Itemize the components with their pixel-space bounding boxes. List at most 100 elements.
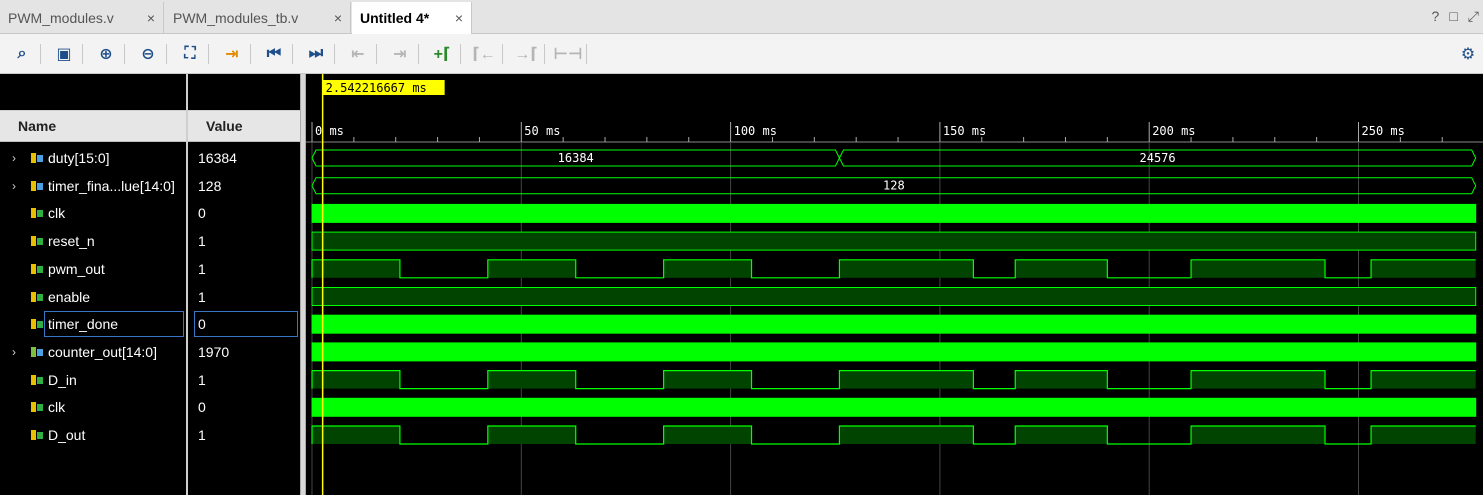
close-icon[interactable]: × (455, 10, 463, 26)
signal-row-counter-out-14-0-[interactable]: › counter_out[14:0] (0, 338, 186, 366)
signal-row-enable[interactable]: enable (0, 283, 186, 311)
selected-value-box (194, 311, 298, 338)
value-column-header[interactable]: Value (188, 110, 300, 142)
duty-bus-value-label: 16384 (558, 151, 594, 165)
restore-icon[interactable]: □ (1449, 8, 1457, 25)
name-column-header[interactable]: Name (0, 110, 186, 142)
tab-pwm-modules-tb[interactable]: PWM_modules_tb.v × (165, 2, 351, 34)
d-in-wave-high-fill (839, 370, 974, 389)
signal-name: D_in (48, 371, 77, 388)
internal-signal-icon (31, 374, 43, 385)
close-icon[interactable]: × (147, 10, 155, 26)
zoom-in-icon[interactable]: ⊕ (94, 42, 118, 66)
signal-name: enable (48, 288, 91, 305)
tick-label: 150 ms (943, 124, 986, 138)
signal-row-d-out[interactable]: D_out (0, 421, 186, 449)
signal-name: reset_n (48, 233, 95, 250)
d-out-wave-high-fill (1371, 426, 1476, 444)
signal-value-panel: Value 16384 128 0 1 1 1 0 1970 1 0 1 (188, 74, 300, 495)
bus-internal-signal-icon (31, 346, 43, 357)
waveform-svg: 0 ms 50 ms 100 ms 150 ms 200 ms 250 ms 16384 24… (306, 74, 1483, 495)
input-signal-icon (31, 208, 43, 219)
signal-value: 0 (198, 399, 206, 416)
swap-cursors-icon[interactable]: ⊢⊣ (553, 42, 582, 66)
signal-row-d-in[interactable]: D_in (0, 366, 186, 394)
d-in-wave-high-fill (1371, 370, 1476, 389)
clk2-wave (311, 397, 1477, 417)
internal-signal-icon (31, 291, 43, 302)
signal-name: pwm_out (48, 260, 105, 277)
bus-signal-icon (31, 153, 43, 163)
signal-value: 0 (198, 205, 206, 222)
pwm-out-wave-high-fill (1015, 259, 1108, 278)
signal-value: 1 (198, 371, 206, 388)
enable-wave (311, 287, 1477, 306)
close-icon[interactable]: × (334, 10, 342, 26)
internal-signal-icon (31, 430, 43, 440)
signal-row-clk[interactable]: clk (0, 199, 186, 227)
waveform-canvas[interactable]: 0 ms 50 ms 100 ms 150 ms 200 ms 250 ms 16384 24… (306, 74, 1483, 495)
previous-transition-icon[interactable]: ⇤ (346, 42, 370, 66)
next-transition-icon[interactable]: ⇥ (388, 42, 412, 66)
tick-label: 50 ms (524, 124, 560, 138)
clk-wave (311, 203, 1477, 223)
chevron-right-icon[interactable]: › (12, 151, 16, 165)
signal-row-timer-fina-lue-14-0-[interactable]: › timer_fina...lue[14:0] (0, 172, 186, 200)
signal-name: duty[15:0] (48, 150, 110, 166)
settings-icon[interactable]: ⚙ (1456, 42, 1480, 66)
internal-signal-icon (31, 319, 43, 330)
signal-row-reset-n[interactable]: reset_n (0, 227, 186, 255)
pwm-out-wave-high-fill (1191, 259, 1326, 278)
d-in-wave-high-fill (663, 370, 752, 389)
toolbar: ⌕ ▣ ⊕ ⊖ ⛶ ⇥ ⏮ ⏭ ⇤ ⇥ +⌈ ⌈← →⌈ ⊢⊣ ⚙ (0, 34, 1483, 74)
previous-marker-icon[interactable]: ⌈← (472, 42, 496, 66)
help-icon[interactable]: ? (1432, 8, 1440, 25)
timer-final-bus-value-label: 128 (883, 179, 905, 193)
tab-label: PWM_modules_tb.v (173, 10, 299, 26)
signal-row-pwm-out[interactable]: pwm_out (0, 255, 186, 283)
signal-value: 1970 (198, 343, 230, 360)
zoom-fit-icon[interactable]: ⛶ (178, 42, 202, 66)
add-marker-icon[interactable]: +⌈ (430, 42, 454, 66)
output-signal-icon (31, 263, 43, 274)
tab-pwm-modules[interactable]: PWM_modules.v × (0, 2, 164, 34)
chevron-right-icon[interactable]: › (12, 345, 16, 359)
maximize-icon[interactable]: ⤢ (1468, 8, 1479, 25)
timer-done-wave (311, 314, 1477, 334)
tick-label: 200 ms (1152, 124, 1195, 138)
pwm-out-wave-high-fill (312, 259, 400, 278)
zoom-out-icon[interactable]: ⊖ (136, 42, 160, 66)
d-in-wave-high-fill (312, 370, 400, 389)
d-out-wave-high-fill (663, 426, 752, 444)
go-to-end-icon[interactable]: ⏭ (304, 42, 328, 66)
signal-value: 128 (198, 177, 222, 194)
signal-row-clk[interactable]: clk (0, 393, 186, 421)
tick-label: 250 ms (1362, 124, 1405, 138)
tab-label: PWM_modules.v (8, 10, 114, 26)
save-icon[interactable]: ▣ (52, 42, 76, 66)
chevron-right-icon[interactable]: › (12, 179, 16, 193)
signal-row-duty-15-0-[interactable]: › duty[15:0] (0, 144, 186, 172)
d-out-wave-high-fill (839, 426, 974, 444)
d-out-wave-high-fill (1015, 426, 1108, 444)
counter-out-wave (311, 342, 1477, 362)
reset-n-wave (311, 231, 1477, 251)
duty-bus-value-label: 24576 (1140, 151, 1176, 165)
d-out-wave-high-fill (312, 426, 400, 444)
signal-name: D_out (48, 427, 86, 443)
signal-name: counter_out[14:0] (48, 343, 157, 360)
d-out-wave-high-fill (487, 426, 576, 444)
selected-name-box (44, 311, 184, 338)
input-signal-icon (31, 236, 43, 247)
bus-signal-icon (31, 180, 43, 191)
tab-untitled-4[interactable]: Untitled 4* × (352, 2, 472, 34)
pwm-out-wave-high-fill (487, 259, 576, 278)
signal-name: clk (48, 399, 66, 416)
signal-name: timer_fina...lue[14:0] (48, 177, 175, 194)
search-icon[interactable]: ⌕ (10, 42, 34, 66)
go-to-cursor-icon[interactable]: ⇥ (220, 42, 244, 66)
next-marker-icon[interactable]: →⌈ (514, 42, 538, 66)
signal-value: 1 (198, 288, 206, 305)
d-in-wave-high-fill (1191, 370, 1326, 389)
go-to-start-icon[interactable]: ⏮ (262, 42, 286, 66)
